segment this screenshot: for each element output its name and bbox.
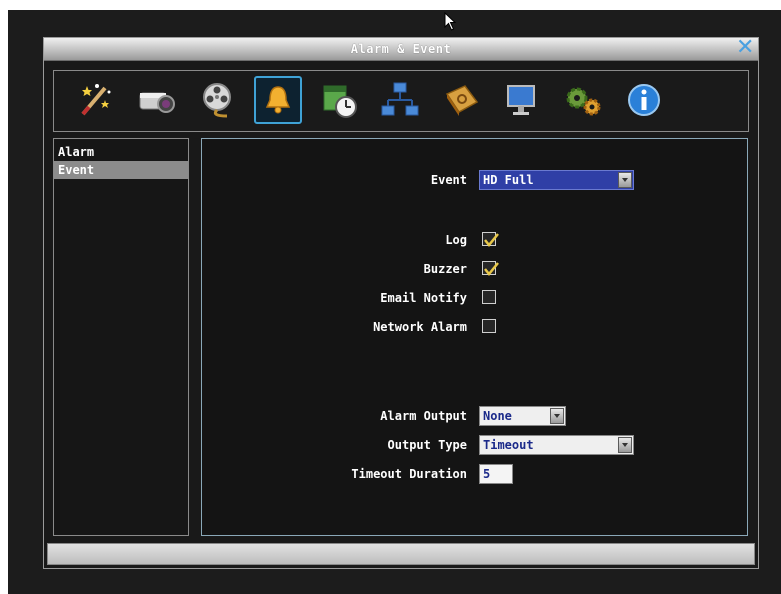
sidebar-item-event[interactable]: Event bbox=[54, 161, 188, 179]
window-title: Alarm & Event bbox=[350, 42, 452, 56]
buzzer-checkbox[interactable] bbox=[482, 261, 499, 276]
network-icon[interactable] bbox=[376, 76, 424, 124]
alarm-event-window: Alarm & Event ✕ Alarm Event Event HD Ful… bbox=[43, 37, 759, 569]
alarm-output-label: Alarm Output bbox=[380, 409, 467, 423]
close-icon[interactable]: ✕ bbox=[736, 37, 754, 59]
event-value: HD Full bbox=[483, 173, 534, 187]
buzzer-label: Buzzer bbox=[423, 262, 467, 276]
output-type-label: Output Type bbox=[387, 438, 467, 452]
title-bar: Alarm & Event ✕ bbox=[44, 37, 758, 61]
camera-icon[interactable] bbox=[132, 76, 180, 124]
schedule-icon[interactable] bbox=[315, 76, 363, 124]
gears-icon[interactable] bbox=[559, 76, 607, 124]
checkmark-icon bbox=[484, 262, 499, 276]
status-bar bbox=[47, 543, 755, 565]
alarm-output-dropdown[interactable]: None bbox=[479, 406, 566, 426]
log-checkbox[interactable] bbox=[482, 232, 499, 247]
bell-icon[interactable] bbox=[254, 76, 302, 124]
book-icon[interactable] bbox=[437, 76, 485, 124]
output-type-value: Timeout bbox=[483, 438, 534, 452]
timeout-duration-input[interactable]: 5 bbox=[479, 464, 513, 484]
info-icon[interactable] bbox=[620, 76, 668, 124]
mouse-cursor-icon bbox=[444, 12, 457, 31]
checkmark-icon bbox=[484, 233, 499, 247]
log-label: Log bbox=[445, 233, 467, 247]
network-alarm-checkbox[interactable] bbox=[482, 319, 496, 333]
event-settings-panel: Event HD Full Log Buzzer Email Notify Ne… bbox=[201, 138, 748, 536]
timeout-duration-label: Timeout Duration bbox=[351, 467, 467, 481]
event-dropdown[interactable]: HD Full bbox=[479, 170, 634, 190]
alarm-output-value: None bbox=[483, 409, 512, 423]
network-alarm-label: Network Alarm bbox=[373, 320, 467, 334]
chevron-down-icon bbox=[550, 408, 564, 424]
film-reel-icon[interactable] bbox=[193, 76, 241, 124]
chevron-down-icon bbox=[618, 172, 632, 188]
chevron-down-icon bbox=[618, 437, 632, 453]
email-notify-checkbox[interactable] bbox=[482, 290, 496, 304]
event-label: Event bbox=[430, 173, 467, 187]
monitor-icon[interactable] bbox=[498, 76, 546, 124]
output-type-dropdown[interactable]: Timeout bbox=[479, 435, 634, 455]
sidebar-item-alarm[interactable]: Alarm bbox=[54, 143, 188, 161]
email-notify-label: Email Notify bbox=[380, 291, 467, 305]
wizard-icon[interactable] bbox=[71, 76, 119, 124]
sidebar-menu: Alarm Event bbox=[53, 138, 189, 536]
icon-toolbar bbox=[53, 70, 749, 132]
